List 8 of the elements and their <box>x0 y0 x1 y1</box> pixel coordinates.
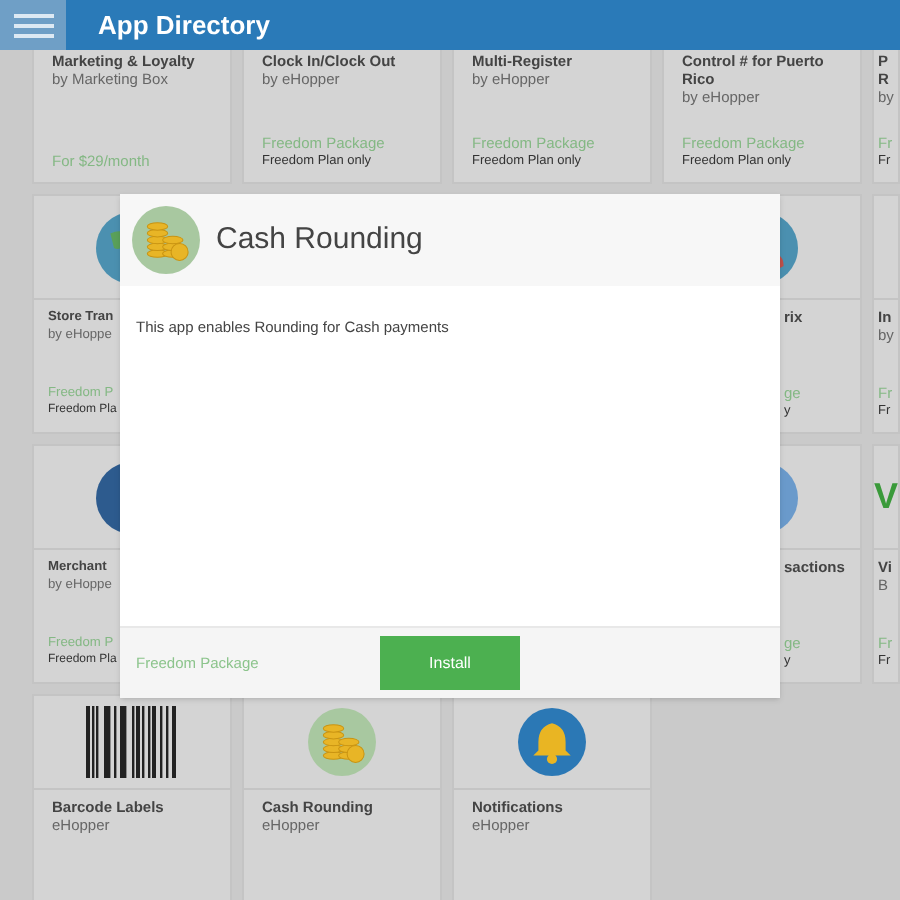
page-title: App Directory <box>98 7 270 44</box>
coins-icon <box>132 206 200 274</box>
modal-title: Cash Rounding <box>216 219 423 260</box>
menu-button[interactable] <box>0 0 66 50</box>
bell-icon <box>518 708 586 776</box>
barcode-icon <box>86 706 178 778</box>
coins-icon <box>308 708 376 776</box>
logo-text: V <box>874 474 898 520</box>
